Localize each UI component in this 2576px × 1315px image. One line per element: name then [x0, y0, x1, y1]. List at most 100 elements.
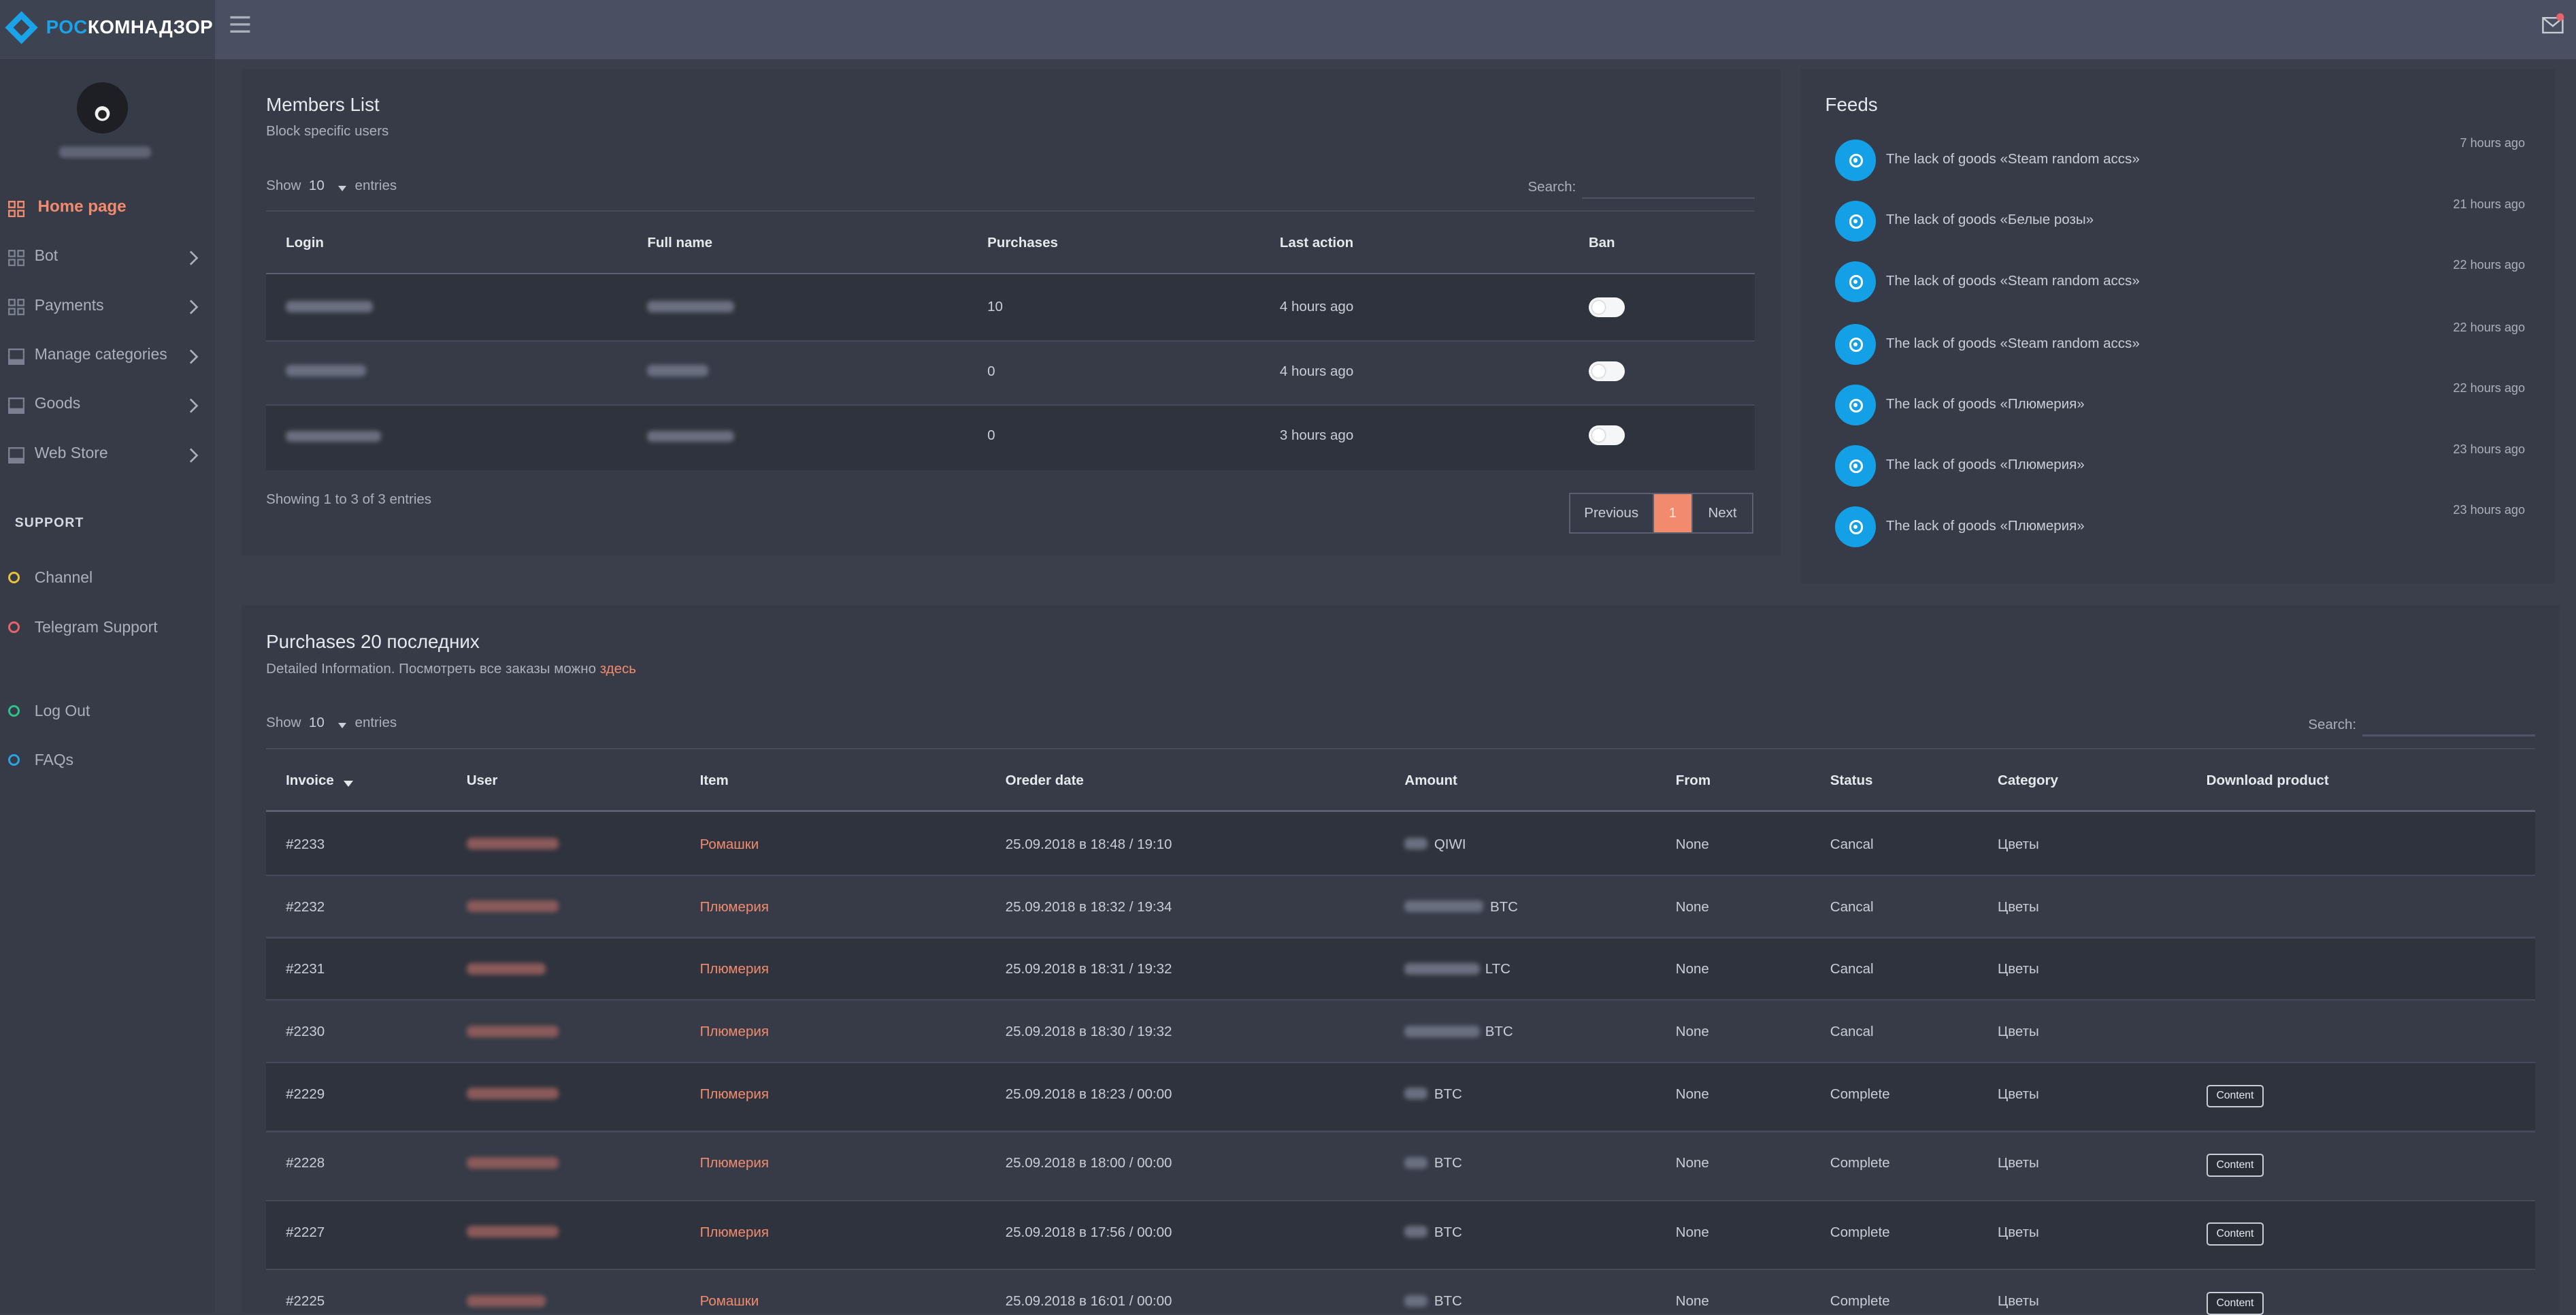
members-search-input[interactable] [1582, 197, 1755, 199]
column-header-full-name[interactable]: Full name [647, 235, 712, 251]
column-header-last-action[interactable]: Last action [1280, 235, 1353, 251]
download-content-button[interactable]: Content [2206, 1084, 2264, 1108]
item-link[interactable]: Плюмерия [700, 1155, 769, 1171]
circle-icon [8, 572, 20, 584]
sidebar-item-faqs[interactable]: FAQs [0, 741, 215, 784]
category-cell: Цветы [1998, 1224, 2039, 1240]
sidebar-item-web-store[interactable]: Web Store [0, 434, 215, 476]
column-header-category[interactable]: Category [1998, 773, 2058, 789]
entries-label: entries [354, 715, 397, 731]
purchases-page-size-select[interactable]: 10 [309, 715, 325, 731]
sidebar-item-payments[interactable]: Payments [0, 286, 215, 329]
brand-name: РОСКОМНАДЗОР [46, 16, 214, 38]
divider [266, 210, 1755, 212]
sidebar-item-telegram-support[interactable]: Telegram Support [0, 608, 215, 651]
table-row [266, 811, 2535, 875]
item-link[interactable]: Плюмерия [700, 1224, 769, 1241]
column-header-user[interactable]: User [467, 773, 498, 789]
item-link[interactable]: Ромашки [700, 837, 759, 853]
avatar[interactable] [77, 82, 129, 133]
column-header-ban[interactable]: Ban [1589, 235, 1615, 251]
category-cell: Цветы [1998, 1155, 2039, 1171]
status-cell: Complete [1830, 1155, 1890, 1171]
feed-item[interactable]: The lack of goods «Steam random accs» 7 … [1834, 136, 2525, 182]
from-cell: None [1675, 1024, 1709, 1040]
item-link[interactable]: Плюмерия [700, 1086, 769, 1103]
circle-icon [8, 754, 20, 766]
category-cell: Цветы [1998, 1293, 2039, 1310]
item-link[interactable]: Плюмерия [700, 899, 769, 915]
sidebar-item-label: Goods [34, 394, 81, 412]
circle-icon [8, 621, 20, 633]
hamburger-icon[interactable] [229, 13, 252, 36]
purchases-cell: 0 [987, 427, 995, 443]
feed-item[interactable]: The lack of goods «Steam random accs» 22… [1834, 320, 2526, 367]
feed-item[interactable]: The lack of goods «Плюмерия» 22 hours ag… [1834, 381, 2525, 427]
column-header-amount[interactable]: Amount [1404, 773, 1457, 789]
download-content-button[interactable]: Content [2206, 1153, 2264, 1177]
feed-time: 23 hours ago [2453, 442, 2526, 456]
last-action-cell: 4 hours ago [1279, 299, 1354, 315]
all-orders-link[interactable]: здесь [600, 661, 636, 677]
pagination-page-1[interactable]: 1 [1653, 494, 1692, 532]
mail-icon[interactable] [2541, 13, 2564, 36]
login-blurred [286, 300, 374, 312]
amount-blurred [1404, 962, 1481, 975]
sidebar-item-manage-categories[interactable]: Manage categories [0, 336, 215, 378]
entries-label: entries [354, 177, 397, 193]
sidebar-item-label: Home page [37, 197, 127, 216]
invoice-cell: #2229 [286, 1086, 325, 1102]
column-header-invoice[interactable]: Invoice [286, 773, 334, 789]
table-row [266, 1063, 2535, 1131]
column-header-download-product[interactable]: Download product [2207, 773, 2329, 789]
amount-blurred [1404, 900, 1484, 913]
sidebar-item-channel[interactable]: Channel [0, 559, 215, 602]
chevron-right-icon [190, 349, 199, 364]
grid-icon [8, 250, 25, 267]
item-link[interactable]: Ромашки [700, 1293, 759, 1310]
sidebar-item-label: FAQs [34, 751, 74, 769]
column-header-login[interactable]: Login [286, 235, 324, 251]
ban-toggle[interactable] [1588, 361, 1625, 382]
members-page-size-select[interactable]: 10 [309, 178, 325, 194]
column-header-status[interactable]: Status [1830, 773, 1873, 789]
sidebar-item-bot[interactable]: Bot [0, 237, 215, 280]
download-content-button[interactable]: Content [2206, 1222, 2264, 1246]
feed-time: 23 hours ago [2453, 502, 2526, 517]
invoice-cell: #2228 [286, 1155, 325, 1171]
feed-text: The lack of goods «Steam random accs» [1885, 272, 2140, 289]
item-link[interactable]: Плюмерия [700, 961, 769, 977]
divider [266, 1268, 2535, 1271]
column-header-order-date[interactable]: Oreder date [1006, 773, 1084, 789]
from-cell: None [1675, 898, 1709, 915]
sidebar-item-label: Channel [34, 568, 93, 587]
purchases-cell: 0 [987, 363, 995, 379]
brand[interactable]: РОСКОМНАДЗОР [0, 0, 216, 59]
pagination-next[interactable]: Next [1691, 494, 1752, 532]
column-header-purchases[interactable]: Purchases [987, 235, 1058, 251]
purchases-title: Purchases 20 последних [266, 631, 480, 653]
feed-item[interactable]: The lack of goods «Плюмерия» 23 hours ag… [1834, 442, 2526, 488]
pagination-previous[interactable]: Previous [1570, 494, 1654, 532]
column-header-from[interactable]: From [1676, 773, 1711, 789]
sidebar-item-logout[interactable]: Log Out [0, 692, 215, 735]
grid-icon [8, 299, 25, 316]
sidebar-item-home[interactable]: Home page [0, 187, 215, 230]
category-cell: Цветы [1998, 1024, 2039, 1040]
ban-toggle[interactable] [1588, 297, 1625, 317]
ban-toggle[interactable] [1588, 425, 1625, 446]
download-content-button[interactable]: Content [2206, 1291, 2264, 1315]
feed-item[interactable]: The lack of goods «Steam random accs» 22… [1834, 258, 2525, 304]
item-link[interactable]: Плюмерия [700, 1024, 769, 1040]
target-icon [1834, 445, 1877, 487]
members-showing-info: Showing 1 to 3 of 3 entries [266, 491, 432, 507]
column-header-item[interactable]: Item [700, 773, 729, 789]
feed-item[interactable]: The lack of goods «Плюмерия» 23 hours ag… [1834, 502, 2526, 549]
purchases-cell: 10 [987, 299, 1003, 315]
feed-time: 22 hours ago [2453, 320, 2526, 334]
feed-item[interactable]: The lack of goods «Белые розы» 21 hours … [1834, 197, 2525, 244]
sidebar-item-goods[interactable]: Goods [0, 385, 215, 427]
category-cell: Цветы [1998, 961, 2039, 977]
sidebar-item-label: Web Store [34, 443, 108, 461]
purchases-search-input[interactable] [2362, 734, 2535, 736]
